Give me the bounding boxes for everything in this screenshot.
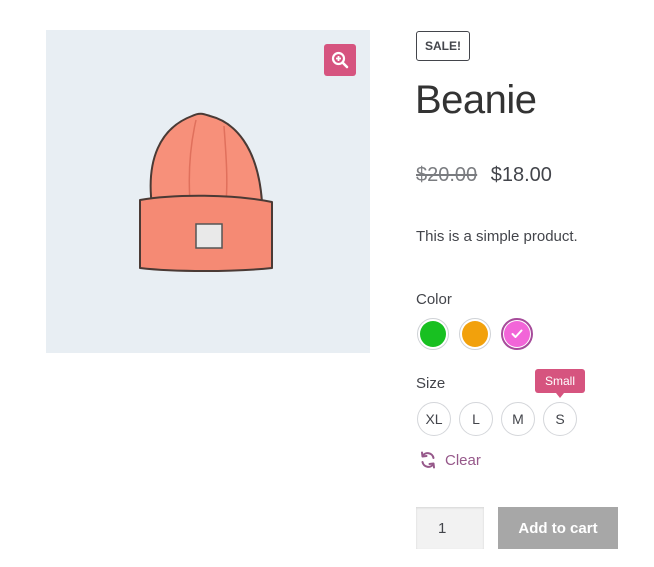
product-gallery bbox=[46, 30, 370, 353]
size-option-s[interactable]: S bbox=[543, 402, 577, 436]
check-icon bbox=[511, 329, 523, 338]
add-to-cart-button[interactable]: Add to cart bbox=[498, 507, 618, 549]
beanie-image bbox=[139, 112, 273, 272]
zoom-in-icon bbox=[331, 51, 349, 69]
color-dot bbox=[504, 321, 530, 347]
size-label: Size bbox=[416, 375, 446, 392]
quantity-input[interactable] bbox=[416, 507, 484, 549]
color-dot bbox=[420, 321, 446, 347]
price: $20.00 $18.00 bbox=[416, 161, 552, 189]
size-option-xl[interactable]: XL bbox=[417, 402, 451, 436]
original-price: $20.00 bbox=[416, 164, 478, 186]
zoom-button[interactable] bbox=[324, 44, 356, 76]
sale-price: $18.00 bbox=[490, 164, 552, 186]
product-description: This is a simple product. bbox=[416, 228, 578, 245]
clear-label: Clear bbox=[445, 451, 481, 469]
sale-badge: SALE! bbox=[416, 31, 470, 61]
product-title: Beanie bbox=[415, 78, 537, 122]
color-swatch-pink[interactable] bbox=[501, 318, 533, 350]
size-tooltip: Small bbox=[535, 369, 585, 398]
color-label: Color bbox=[416, 291, 452, 308]
color-swatch-orange[interactable] bbox=[459, 318, 491, 350]
size-option-l[interactable]: L bbox=[459, 402, 493, 436]
clear-button[interactable]: Clear bbox=[419, 451, 481, 469]
color-swatch-green[interactable] bbox=[417, 318, 449, 350]
size-option-m[interactable]: M bbox=[501, 402, 535, 436]
refresh-icon bbox=[421, 451, 435, 469]
color-dot bbox=[462, 321, 488, 347]
